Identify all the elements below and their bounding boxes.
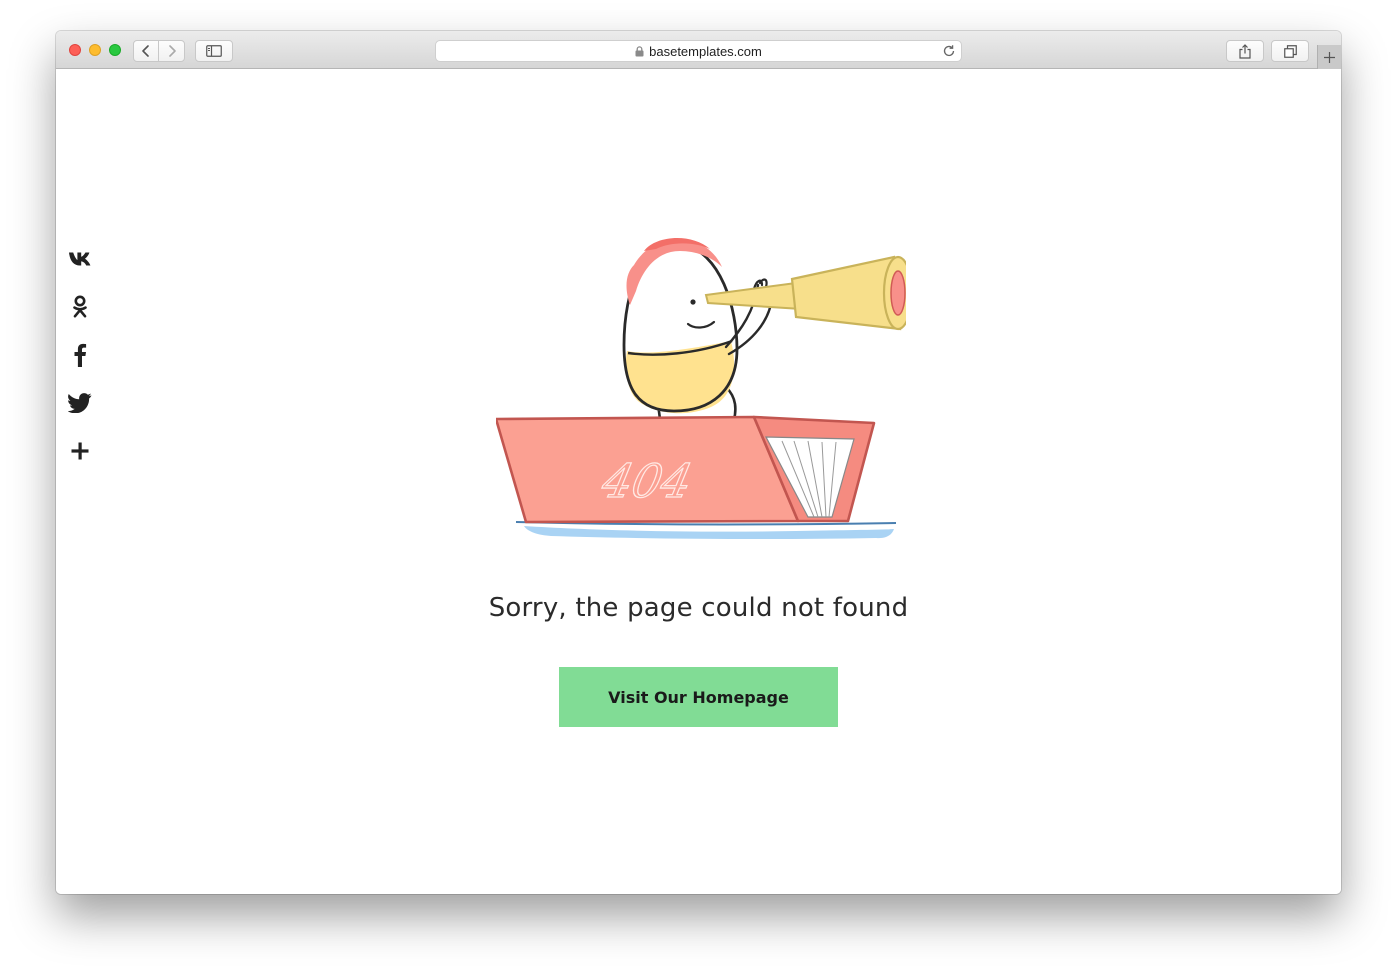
chevron-left-icon	[142, 45, 149, 57]
chevron-right-icon	[168, 45, 176, 57]
visit-homepage-button[interactable]: Visit Our Homepage	[559, 667, 838, 727]
share-button[interactable]	[1226, 40, 1264, 62]
facebook-icon	[74, 343, 87, 367]
plus-icon	[1324, 51, 1335, 63]
share-icon	[1239, 43, 1251, 59]
maximize-window-button[interactable]	[109, 44, 121, 56]
telescope-lens	[890, 270, 906, 316]
sidebar-icon	[206, 45, 222, 57]
minimize-window-button[interactable]	[89, 44, 101, 56]
character-smile	[686, 320, 716, 329]
back-button[interactable]	[133, 40, 159, 62]
reload-icon[interactable]	[942, 44, 956, 58]
new-tab-button[interactable]	[1317, 45, 1341, 69]
url-text: basetemplates.com	[649, 43, 762, 59]
facebook-share-link[interactable]	[68, 343, 92, 367]
twitter-share-link[interactable]	[68, 391, 92, 415]
plus-icon	[71, 442, 89, 460]
character-eye	[690, 299, 696, 305]
lost-explorer-illustration: 404	[496, 237, 906, 540]
lock-icon	[635, 45, 644, 56]
forward-button[interactable]	[158, 40, 185, 62]
tabs-icon	[1283, 44, 1297, 58]
vk-share-link[interactable]	[68, 247, 92, 271]
water-wave	[524, 526, 894, 540]
page-content: 404 Sorry, the page could not found Visi…	[56, 69, 1341, 894]
address-bar[interactable]: basetemplates.com	[435, 40, 962, 62]
boat-404-label: 404	[597, 454, 697, 507]
show-tabs-button[interactable]	[1271, 40, 1309, 62]
twitter-icon	[68, 393, 92, 413]
odnoklassniki-share-link[interactable]	[68, 295, 92, 319]
sidebar-toggle-button[interactable]	[195, 40, 233, 62]
browser-toolbar: basetemplates.com	[56, 31, 1341, 69]
odnoklassniki-icon	[73, 295, 87, 318]
vk-icon	[69, 252, 91, 266]
more-share-link[interactable]	[68, 439, 92, 463]
close-window-button[interactable]	[69, 44, 81, 56]
browser-window: basetemplates.com 404 Sorry, the page co…	[56, 31, 1341, 894]
error-message: Sorry, the page could not found	[488, 593, 909, 623]
